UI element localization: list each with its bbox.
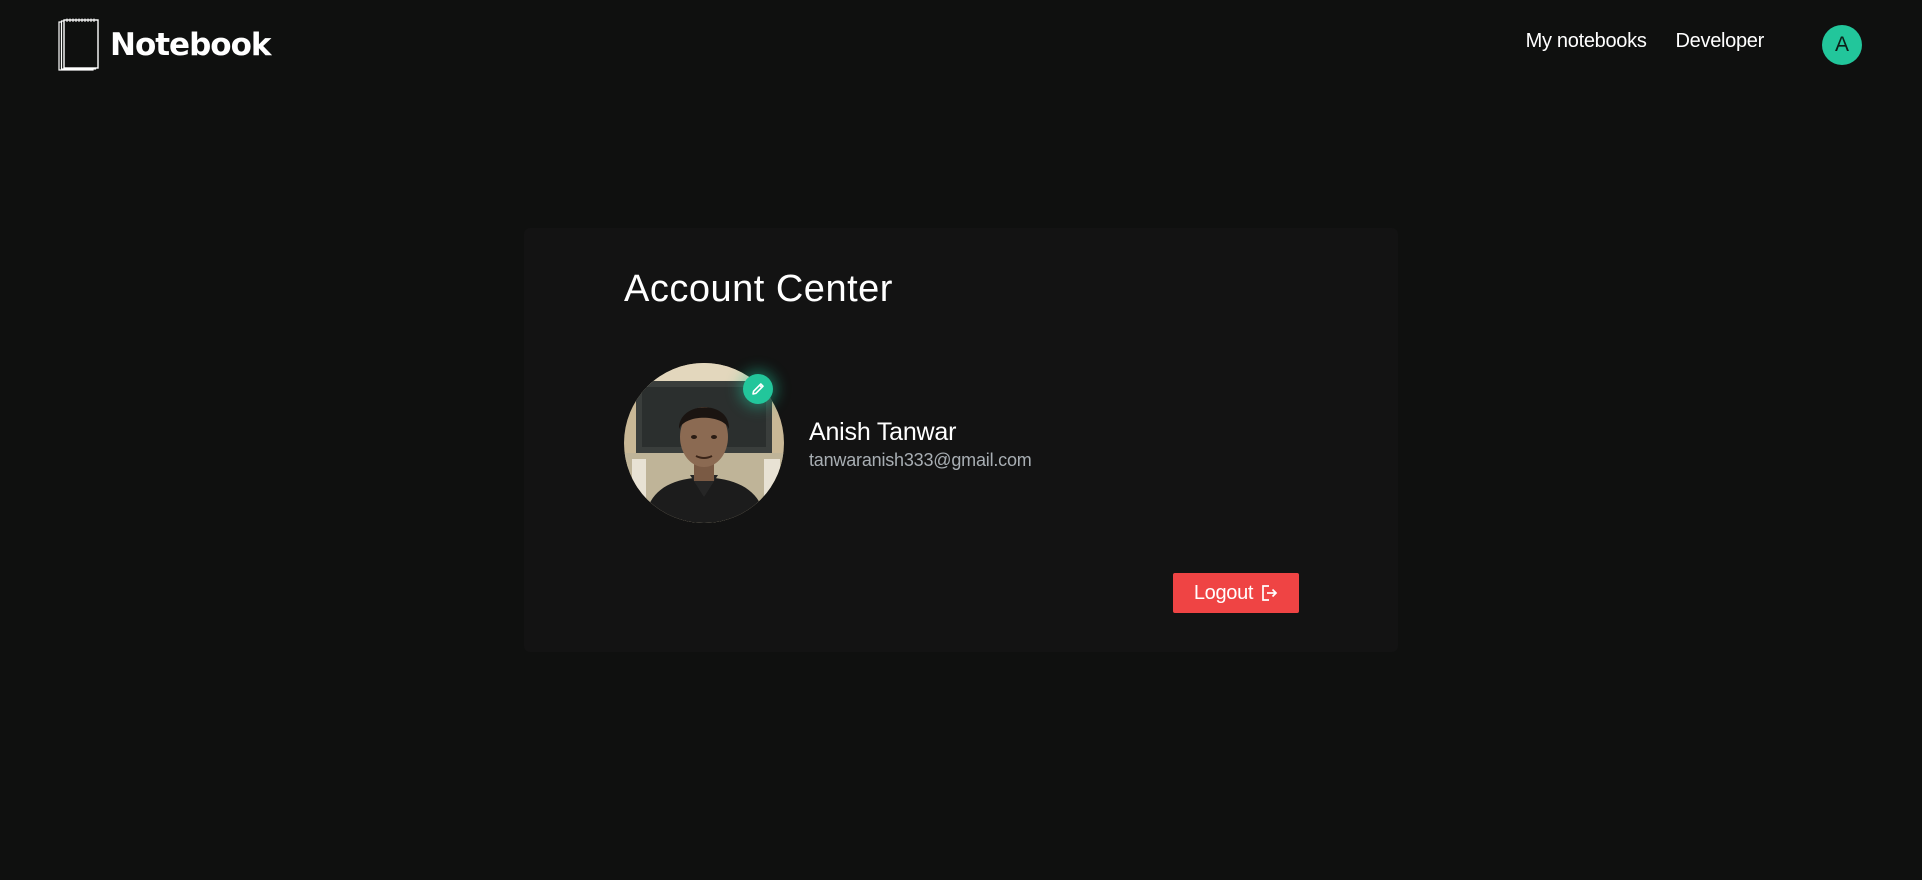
logout-icon (1262, 585, 1278, 601)
account-center-card: Account Center Anish Tanwar tanwaranish3… (524, 228, 1398, 652)
notebook-icon (58, 18, 99, 71)
brand-logo[interactable]: Notebook (58, 18, 271, 72)
nav-link-developer[interactable]: Developer (1676, 30, 1765, 53)
user-avatar-button[interactable]: A (1822, 25, 1862, 65)
top-navbar: Notebook My notebooks Developer A (0, 0, 1922, 90)
page-title: Account Center (624, 268, 893, 310)
edit-photo-button[interactable] (743, 374, 773, 404)
pencil-icon (752, 383, 764, 395)
nav-link-my-notebooks[interactable]: My notebooks (1526, 30, 1647, 53)
brand-name: Notebook (110, 27, 271, 63)
main-nav: My notebooks Developer (1526, 30, 1765, 53)
user-email: tanwaranish333@gmail.com (809, 450, 1032, 470)
user-name: Anish Tanwar (809, 418, 957, 446)
logout-button[interactable]: Logout (1173, 573, 1299, 613)
logout-label: Logout (1193, 581, 1254, 604)
